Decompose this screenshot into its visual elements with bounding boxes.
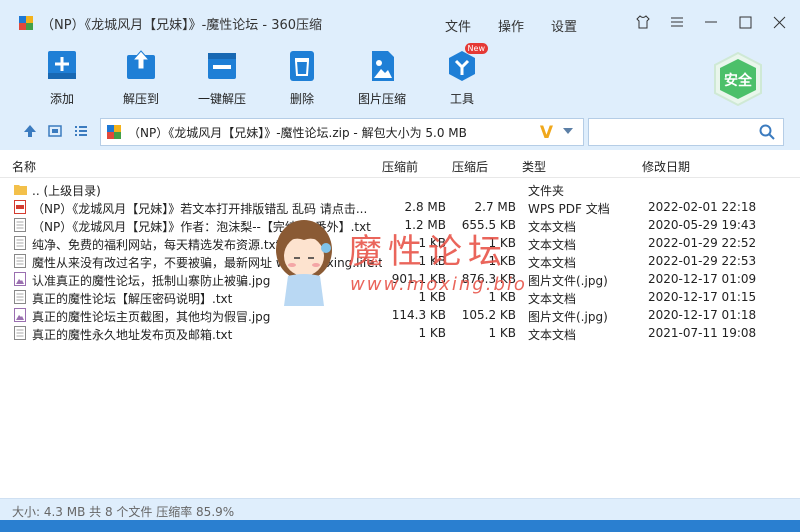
status-bar: 大小: 4.3 MB 共 8 个文件 压缩率 85.9% [0,498,800,520]
file-date: 2022-02-01 22:18 [648,200,757,214]
file-size: 1 KB [418,326,446,340]
tools-label: 工具 [449,92,474,106]
file-date: 2020-12-17 01:09 [648,272,757,286]
file-date: 2020-12-17 01:15 [648,290,757,304]
table-row[interactable]: 真正的魔性永久地址发布页及邮箱.txt 1 KB 1 KB 文本文档 2021-… [0,324,800,342]
tools-button[interactable]: New 工具 [432,43,492,107]
file-packed-size: 105.2 KB [461,308,516,322]
maximize-icon[interactable] [738,14,752,30]
text-file-icon [14,290,26,304]
close-icon[interactable] [772,14,786,30]
path-field[interactable]: （NP）《龙城风月【兄妹】》-魔性论坛.zip - 解包大小为 5.0 MB V [100,118,584,146]
column-size[interactable]: 压缩前 [382,158,418,175]
safe-shield-button[interactable]: 安全 [710,51,766,107]
window-controls [636,14,786,30]
zip-archive-icon [107,125,121,139]
text-file-icon [14,326,26,340]
menu-bar: 文件 操作 设置 [445,16,604,35]
one-click-extract-icon [204,49,240,83]
folder-icon [14,182,27,196]
file-type: 图片文件(.jpg) [528,310,608,324]
search-input[interactable] [588,118,784,146]
delete-icon [284,49,320,83]
skin-shirt-icon[interactable] [636,14,650,30]
image-compress-label: 图片压缩 [357,92,406,106]
watermark-url: www.moxing.bio [350,274,527,295]
image-file-icon [14,272,26,286]
menu-settings[interactable]: 设置 [551,16,604,35]
taskbar-strip [0,520,800,532]
column-type[interactable]: 类型 [522,158,546,175]
one-click-extract-button[interactable]: 一键解压 [192,49,252,107]
file-name: .. (上级目录) [32,184,101,198]
file-type: 文本文档 [528,328,577,342]
up-arrow-icon[interactable] [22,124,38,140]
delete-label: 删除 [289,92,314,106]
list-view-icon[interactable] [73,124,89,140]
image-file-icon [14,308,26,322]
column-name[interactable]: 名称 [12,158,36,175]
safe-label: 安全 [724,73,752,89]
text-file-icon [14,236,26,250]
pdf-file-icon [14,200,26,214]
column-packed[interactable]: 压缩后 [452,158,488,175]
minimize-icon[interactable] [704,14,718,30]
file-name: 真正的魔性永久地址发布页及邮箱.txt [32,328,233,342]
new-badge: New [464,43,488,54]
add-icon [44,49,80,83]
verified-v-icon[interactable]: V [540,123,553,143]
text-file-icon [14,218,26,232]
file-date: 2020-05-29 19:43 [648,218,757,232]
add-button[interactable]: 添加 [32,49,92,107]
file-size: 114.3 KB [391,308,446,322]
extract-to-button[interactable]: 解压到 [111,49,171,107]
one-click-extract-label: 一键解压 [197,92,246,106]
title-bar: （NP）《龙城风月【兄妹】》-魔性论坛 - 360压缩 文件 操作 设置 [0,0,800,46]
toolbar: 添加 解压到 一键解压 删除 图片压缩 New 工具 安全 [0,43,800,114]
chevron-down-icon[interactable] [563,128,573,134]
add-label: 添加 [49,92,74,106]
extract-to-label: 解压到 [122,92,159,106]
window-title: （NP）《龙城风月【兄妹】》-魔性论坛 - 360压缩 [41,17,323,33]
extract-to-icon [123,49,159,83]
path-text: （NP）《龙城风月【兄妹】》-魔性论坛.zip - 解包大小为 5.0 MB [128,125,467,140]
menu-file[interactable]: 文件 [445,16,498,35]
search-icon[interactable] [759,124,775,140]
mascot-girl-icon [276,220,332,306]
menu-lines-icon[interactable] [670,14,684,30]
image-compress-button[interactable]: 图片压缩 [352,49,412,107]
image-compress-icon [364,49,400,83]
watermark: 魔性论坛 www.moxing.bio [270,210,540,310]
column-header-row: 名称 压缩前 压缩后 类型 修改日期 [0,150,800,178]
app-logo-icon [19,16,33,30]
status-text: 大小: 4.3 MB 共 8 个文件 压缩率 85.9% [12,505,235,519]
delete-button[interactable]: 删除 [272,49,332,107]
menu-operation[interactable]: 操作 [498,16,551,35]
column-modified[interactable]: 修改日期 [642,158,690,175]
app-window: （NP）《龙城风月【兄妹】》-魔性论坛 - 360压缩 文件 操作 设置 添加 … [0,0,800,532]
watermark-title: 魔性论坛 [348,232,508,272]
file-type: 文件夹 [528,184,565,198]
file-name: 真正的魔性论坛主页截图，其他均为假冒.jpg [32,310,271,324]
file-date: 2021-07-11 19:08 [648,326,757,340]
file-type: WPS PDF 文档 [528,202,610,216]
table-row[interactable]: .. (上级目录) 文件夹 [0,180,800,198]
thumbnail-view-icon[interactable] [47,124,63,140]
file-date: 2020-12-17 01:18 [648,308,757,322]
tools-icon: New [444,43,488,83]
text-file-icon [14,254,26,268]
file-packed-size: 1 KB [488,326,516,340]
file-date: 2022-01-29 22:53 [648,254,757,268]
address-bar: （NP）《龙城风月【兄妹】》-魔性论坛.zip - 解包大小为 5.0 MB V [0,114,800,150]
file-date: 2022-01-29 22:52 [648,236,757,250]
